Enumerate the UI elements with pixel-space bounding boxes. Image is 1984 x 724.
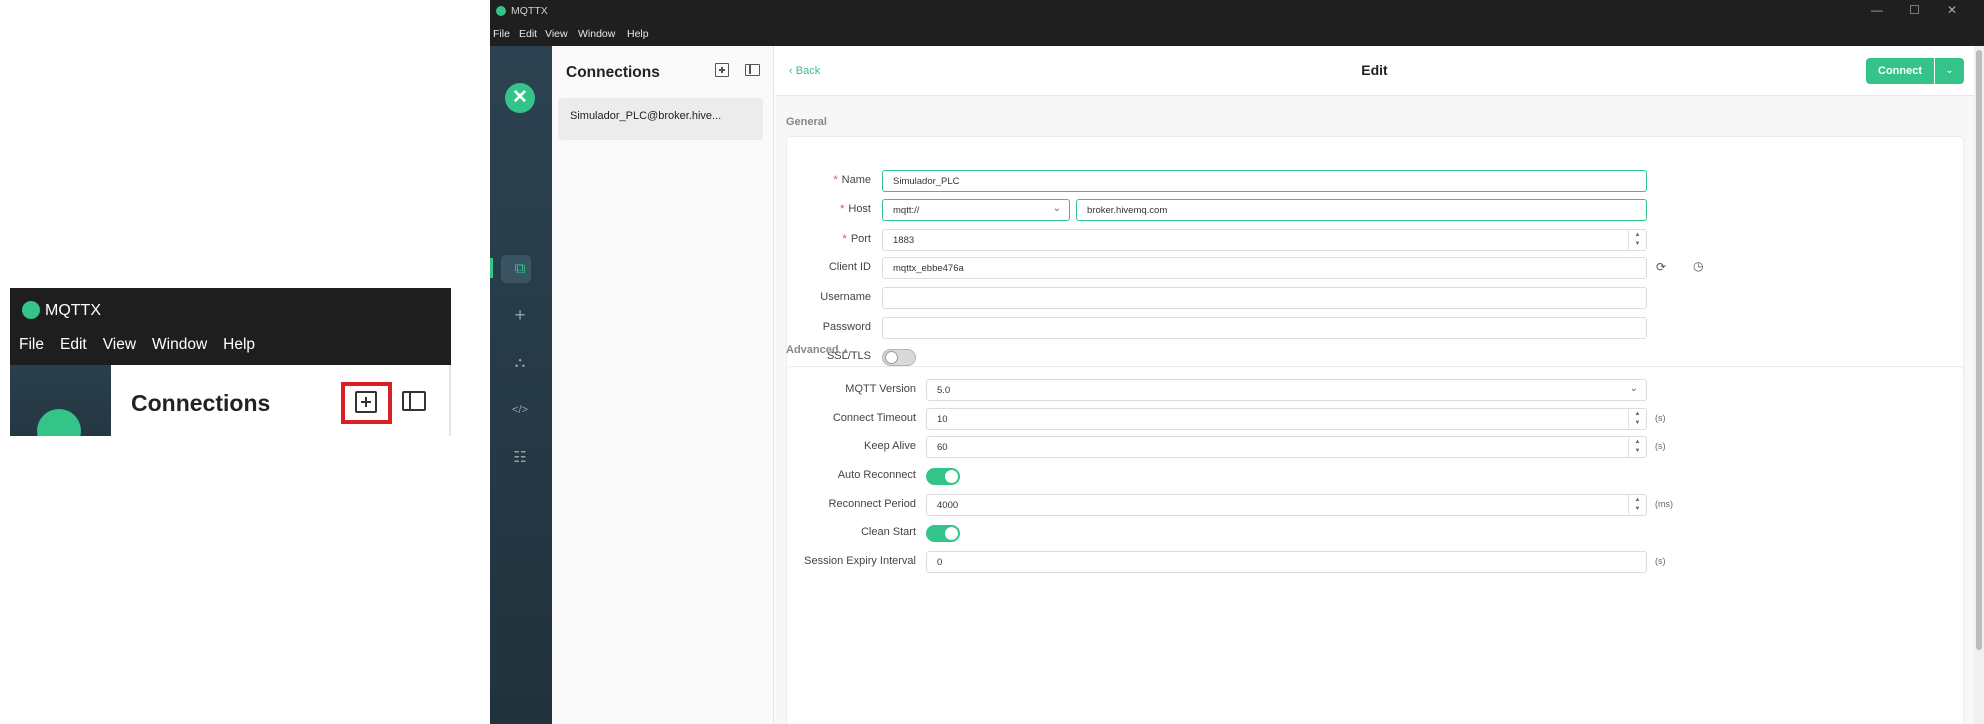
reconnect-period-input[interactable]: 4000 ▲ ▼ (926, 494, 1647, 516)
connections-icon[interactable]: ⧉ (508, 257, 532, 281)
chevron-down-icon: ⌄ (1629, 383, 1638, 394)
menu-edit[interactable]: Edit (519, 28, 537, 40)
advanced-card: MQTT Version 5.0 ⌄ Connect Timeout 10 ▲ ▼ (… (786, 366, 1964, 724)
menu-window[interactable]: Window (578, 28, 615, 40)
inset-app-title: MQTTX (45, 302, 101, 319)
new-connection-icon[interactable] (715, 63, 729, 77)
name-input[interactable]: Simulador_PLC (882, 170, 1647, 192)
minimize-icon[interactable]: — (1871, 3, 1883, 17)
client-id-label: Client ID (828, 261, 871, 273)
general-section-title: General (786, 116, 827, 128)
menu-file[interactable]: File (493, 28, 510, 40)
session-expiry-label: Session Expiry Interval (804, 555, 916, 567)
name-label: * Name (833, 174, 871, 186)
reconnect-period-unit: (ms) (1655, 499, 1673, 509)
connect-button[interactable]: Connect (1866, 58, 1934, 84)
close-icon[interactable]: ✕ (1947, 3, 1957, 17)
titlebar: MQTTX — ☐ ✕ (490, 0, 1984, 22)
menubar: File Edit View Window Help (490, 22, 1984, 46)
inset-menu-edit[interactable]: Edit (60, 334, 87, 364)
session-expiry-input[interactable]: 0 (926, 551, 1647, 573)
port-input[interactable]: 1883 ▲ ▼ (882, 229, 1647, 251)
sidebar-logo-icon: ✕ (505, 83, 535, 113)
menu-view[interactable]: View (545, 28, 568, 40)
connect-timeout-input[interactable]: 10 ▲ ▼ (926, 408, 1647, 430)
connect-timeout-label: Connect Timeout (832, 412, 916, 424)
menu-help[interactable]: Help (627, 28, 649, 40)
mqttx-logo-icon (496, 6, 506, 16)
keep-alive-unit: (s) (1655, 441, 1666, 451)
password-label: Password (822, 321, 871, 333)
app-window: MQTTX — ☐ ✕ File Edit View Window Help ✕… (490, 0, 1984, 724)
plus-icon[interactable]: + (508, 304, 532, 328)
code-icon[interactable]: </> (508, 398, 532, 422)
clock-icon[interactable]: ◷ (1693, 259, 1703, 273)
inset-toggle-layout-icon[interactable] (402, 391, 426, 411)
inset-menu-window[interactable]: Window (152, 334, 207, 364)
sidebar: ✕ ⧉ + ⛬ </> ☷ (490, 46, 552, 724)
scrollbar-thumb[interactable] (1976, 50, 1982, 650)
inset-sidebar (10, 365, 111, 436)
edit-panel: ‹ Back Edit Connect ⌄ General * Name Simu… (775, 46, 1974, 724)
ssl-toggle[interactable] (882, 349, 916, 366)
inset-menu-help[interactable]: Help (223, 334, 255, 364)
toggle-layout-icon[interactable] (745, 64, 760, 76)
keep-alive-input[interactable]: 60 ▲ ▼ (926, 436, 1647, 458)
session-expiry-unit: (s) (1655, 556, 1666, 566)
host-label: * Host (840, 203, 871, 215)
password-input[interactable] (882, 317, 1647, 339)
port-label: * Port (842, 233, 871, 245)
keep-alive-stepper[interactable]: ▲ ▼ (1628, 437, 1646, 457)
window-title: MQTTX (511, 5, 548, 17)
log-icon[interactable]: ☷ (508, 446, 532, 470)
edit-topbar: ‹ Back Edit Connect ⌄ (775, 46, 1974, 96)
reconnect-period-stepper[interactable]: ▲ ▼ (1628, 495, 1646, 515)
inset-connections-title: Connections (131, 390, 271, 416)
protocol-select[interactable]: mqtt://⌄ (882, 199, 1070, 221)
connect-timeout-unit: (s) (1655, 413, 1666, 423)
username-input[interactable] (882, 287, 1647, 309)
client-id-input[interactable]: mqttx_ebbe476a (882, 257, 1647, 279)
inset-menubar: File Edit View Window Help (10, 334, 451, 364)
refresh-icon[interactable]: ⟳ (1656, 260, 1666, 274)
mqtt-version-label: MQTT Version (845, 383, 916, 395)
inset-new-connection-icon[interactable] (355, 391, 377, 413)
inset-menu-view[interactable]: View (103, 334, 136, 364)
keep-alive-label: Keep Alive (864, 440, 916, 452)
auto-reconnect-label: Auto Reconnect (837, 469, 916, 481)
page-title: Edit (1361, 62, 1388, 78)
chevron-down-icon: ⌄ (1052, 203, 1061, 214)
username-label: Username (820, 291, 871, 303)
scrollbar[interactable] (1974, 46, 1984, 724)
connections-panel: Connections Simulador_PLC@broker.hive... (552, 46, 774, 724)
reconnect-period-label: Reconnect Period (828, 498, 916, 510)
maximize-icon[interactable]: ☐ (1909, 3, 1920, 17)
mqtt-version-select[interactable]: 5.0 ⌄ (926, 379, 1647, 401)
caret-up-icon: ▲ (841, 346, 850, 355)
connect-timeout-stepper[interactable]: ▲ ▼ (1628, 409, 1646, 429)
clean-start-label: Clean Start (860, 526, 916, 538)
topology-icon[interactable]: ⛬ (508, 351, 532, 375)
clean-start-toggle[interactable] (926, 525, 960, 542)
auto-reconnect-toggle[interactable] (926, 468, 960, 485)
port-stepper[interactable]: ▲ ▼ (1628, 230, 1646, 250)
inset-menu-file[interactable]: File (19, 334, 44, 364)
inset-sidebar-logo-icon (37, 409, 81, 436)
zoomed-inset: MQTTX File Edit View Window Help Connect… (0, 288, 451, 436)
advanced-section-title[interactable]: Advanced ▲ (786, 344, 850, 356)
connection-item[interactable]: Simulador_PLC@broker.hive... (558, 98, 763, 140)
host-input[interactable]: broker.hivemq.com (1076, 199, 1647, 221)
mqttx-logo-icon (22, 301, 40, 319)
chevron-down-icon[interactable]: ⌄ (1935, 58, 1964, 84)
sidebar-active-indicator (490, 258, 493, 278)
connections-title: Connections (566, 64, 660, 81)
inset-divider (449, 365, 451, 436)
